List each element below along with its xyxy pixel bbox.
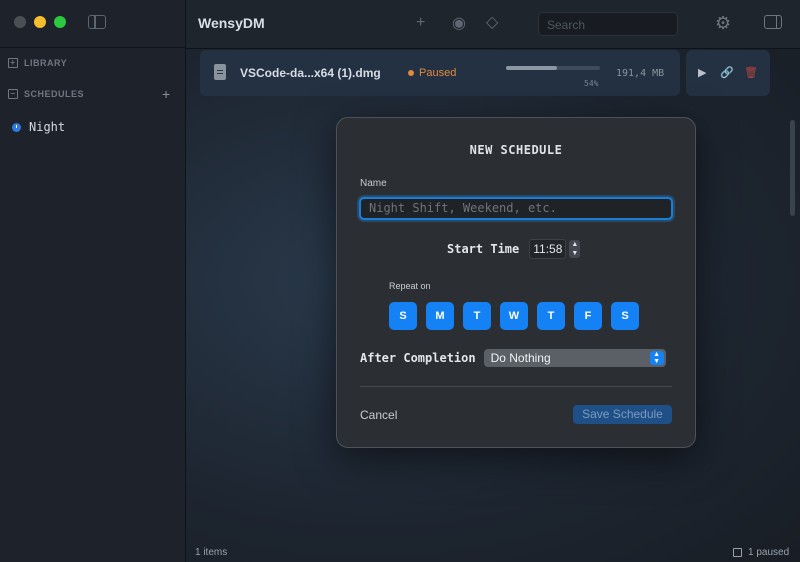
expand-icon: + xyxy=(8,58,18,68)
chevron-updown-icon: ▲ ▼ xyxy=(649,351,664,365)
play-icon[interactable]: ▶ xyxy=(698,66,706,79)
checkbox-icon[interactable] xyxy=(733,548,742,557)
sidebar-divider xyxy=(0,47,185,48)
add-schedule-icon[interactable]: + xyxy=(162,86,170,102)
items-count: 1 items xyxy=(195,547,228,558)
dialog-divider xyxy=(360,386,672,387)
day-toggle-wednesday[interactable]: W xyxy=(500,302,528,330)
file-name: VSCode-da...x64 (1).dmg xyxy=(240,66,381,80)
cancel-button[interactable]: Cancel xyxy=(360,408,397,422)
name-input[interactable]: Night Shift, Weekend, etc. xyxy=(359,197,673,220)
time-picker: 11:58 ▲ ▼ xyxy=(529,239,581,259)
window-controls xyxy=(14,16,66,28)
add-download-icon[interactable]: + xyxy=(416,14,425,32)
sidebar-item-label: Night xyxy=(29,120,66,134)
file-size: 191,4 MB xyxy=(616,68,665,79)
trash-icon[interactable]: 🗑 xyxy=(744,66,758,79)
file-icon xyxy=(214,64,226,80)
close-window-button[interactable] xyxy=(14,16,26,28)
day-toggle-tuesday[interactable]: T xyxy=(463,302,491,330)
status-label: Paused xyxy=(419,67,457,79)
scrollbar[interactable] xyxy=(790,120,795,216)
library-section-header[interactable]: + LIBRARY xyxy=(8,58,67,68)
day-toggle-friday[interactable]: F xyxy=(574,302,602,330)
save-schedule-button[interactable]: Save Schedule xyxy=(573,405,672,424)
sidebar-toggle-icon[interactable] xyxy=(88,15,106,29)
inspector-toggle-icon[interactable] xyxy=(764,15,782,29)
status-badge: Paused xyxy=(408,67,456,79)
toolbar: WensyDM + ◉ ◇ Search ⚙ xyxy=(186,0,800,49)
minimize-window-button[interactable] xyxy=(34,16,46,28)
day-toggle-thursday[interactable]: T xyxy=(537,302,565,330)
after-completion-row: After Completion Do Nothing ▲ ▼ xyxy=(360,349,666,367)
repeat-label: Repeat on xyxy=(389,281,431,291)
eraser-icon[interactable]: ◇ xyxy=(486,12,498,32)
start-time-row: Start Time 11:58 ▲ ▼ xyxy=(447,239,581,259)
collapse-icon: − xyxy=(8,89,18,99)
schedules-label: SCHEDULES xyxy=(24,89,85,99)
progress-bar xyxy=(506,66,600,70)
sidebar: + LIBRARY − SCHEDULES + Night xyxy=(0,0,186,562)
app-title: WensyDM xyxy=(198,15,265,31)
paused-dot-icon xyxy=(408,70,414,76)
day-toggle-saturday[interactable]: S xyxy=(611,302,639,330)
sidebar-item-night[interactable]: Night xyxy=(12,120,65,134)
after-completion-value: Do Nothing xyxy=(490,351,551,365)
time-stepper-icon[interactable]: ▲ ▼ xyxy=(569,240,581,258)
start-time-field[interactable]: 11:58 xyxy=(529,239,567,259)
schedules-section-header[interactable]: − SCHEDULES xyxy=(8,89,84,99)
day-toggle-monday[interactable]: M xyxy=(426,302,454,330)
download-row[interactable]: VSCode-da...x64 (1).dmg Paused 54% 191,4… xyxy=(200,50,680,96)
record-icon[interactable]: ◉ xyxy=(452,13,466,33)
search-input[interactable]: Search xyxy=(538,12,678,36)
download-actions: ▶ 🔗 🗑 xyxy=(686,50,770,96)
name-label: Name xyxy=(360,178,387,189)
paused-count: 1 paused xyxy=(733,547,789,558)
library-label: LIBRARY xyxy=(24,58,68,68)
progress-percent: 54% xyxy=(584,79,599,88)
dialog-title: NEW SCHEDULE xyxy=(469,143,563,157)
new-schedule-dialog: NEW SCHEDULE Name Night Shift, Weekend, … xyxy=(336,117,696,448)
after-completion-select[interactable]: Do Nothing ▲ ▼ xyxy=(483,349,666,367)
progress-fill xyxy=(506,66,557,70)
after-completion-label: After Completion xyxy=(360,351,476,365)
weekday-toggles: S M T W T F S xyxy=(389,302,639,330)
paused-count-label: 1 paused xyxy=(748,547,790,558)
gear-icon[interactable]: ⚙ xyxy=(715,13,731,34)
day-toggle-sunday[interactable]: S xyxy=(389,302,417,330)
start-time-label: Start Time xyxy=(447,242,520,256)
clock-icon xyxy=(12,122,21,132)
zoom-window-button[interactable] xyxy=(54,16,66,28)
link-icon[interactable]: 🔗 xyxy=(720,66,734,79)
